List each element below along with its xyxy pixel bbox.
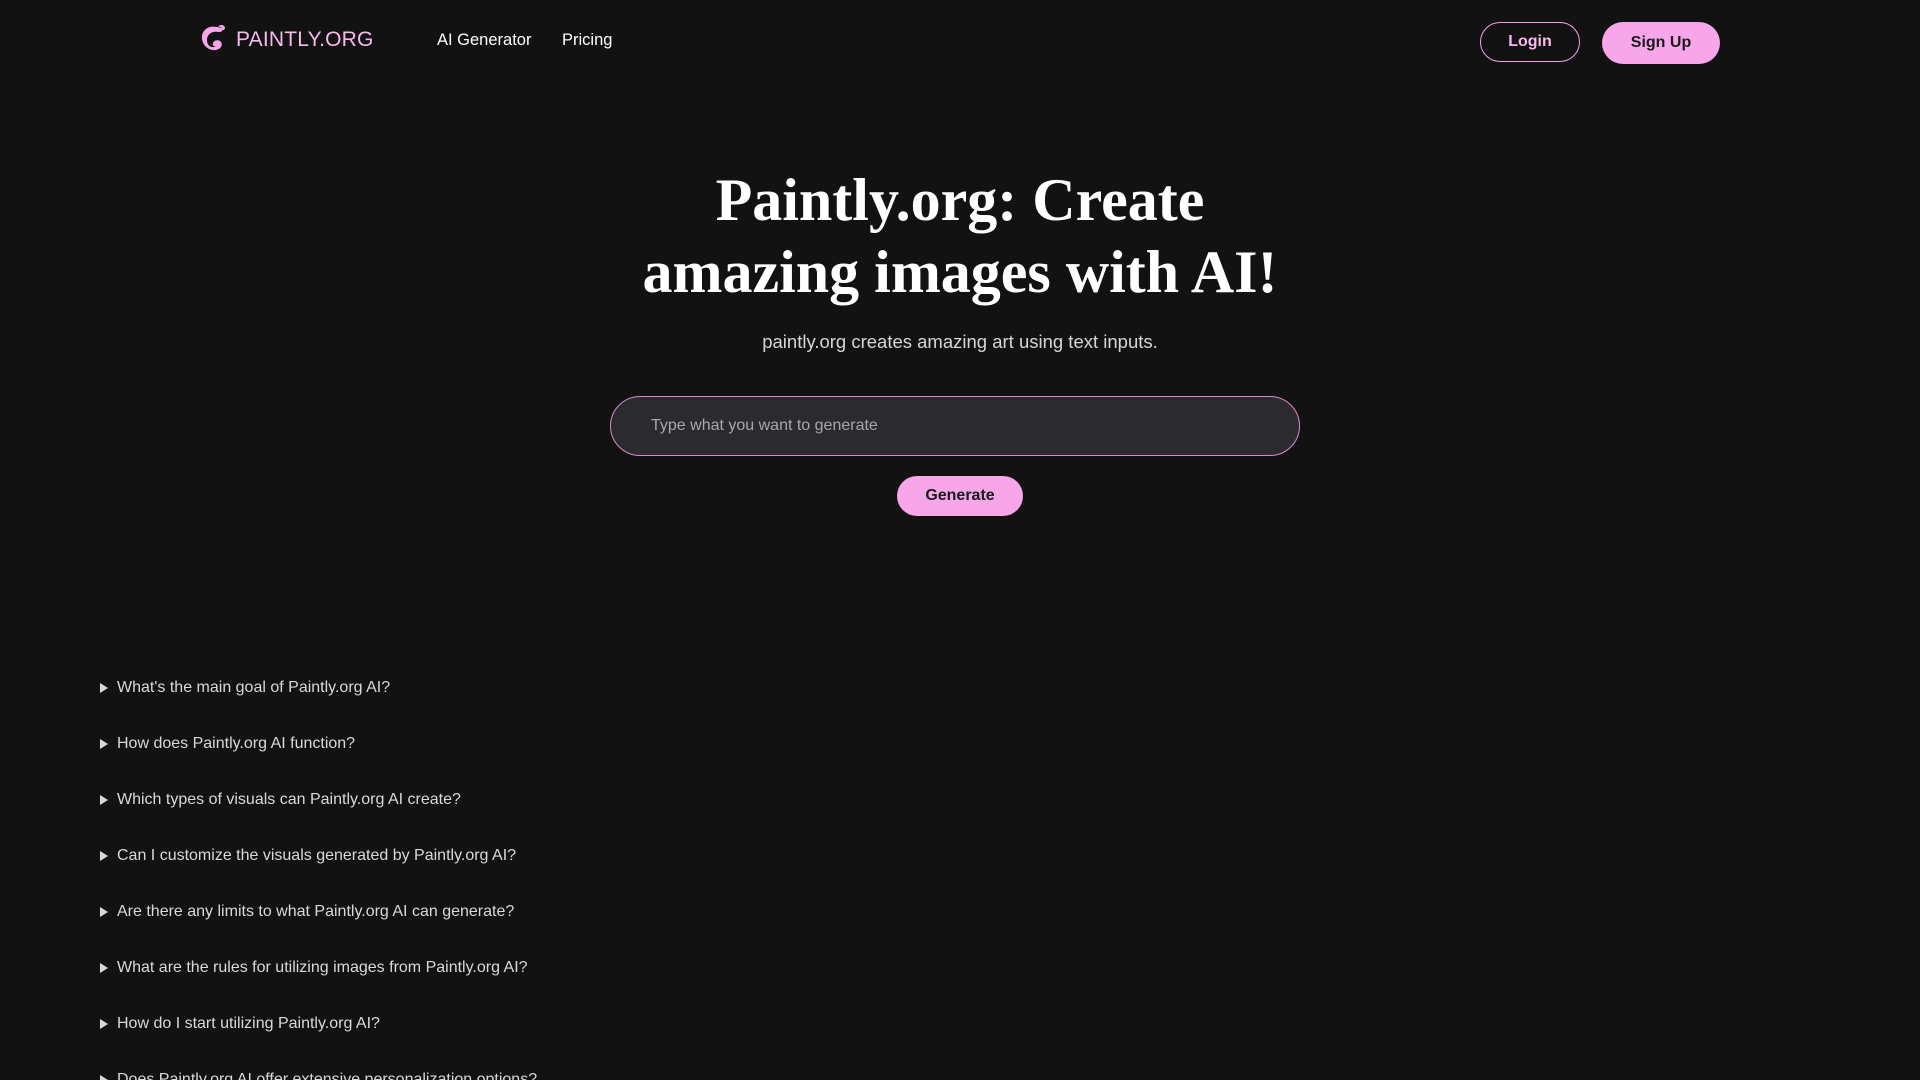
faq-item[interactable]: What are the rules for utilizing images … <box>98 940 537 996</box>
triangle-right-icon <box>100 739 108 749</box>
prompt-input[interactable] <box>610 396 1300 456</box>
logo-link[interactable]: PAINTLY.ORG <box>198 24 374 56</box>
hero-title-line-2: amazing images with AI! <box>642 239 1278 305</box>
faq-item[interactable]: How do I start utilizing Paintly.org AI? <box>98 996 537 1052</box>
faq-question: What's the main goal of Paintly.org AI? <box>117 679 391 696</box>
paintbrush-swirl-icon <box>201 24 225 51</box>
hero-subtitle: paintly.org creates amazing art using te… <box>762 331 1158 352</box>
faq-question: How does Paintly.org AI function? <box>117 735 356 752</box>
faq-item[interactable]: Can I customize the visuals generated by… <box>98 828 537 884</box>
faq-question: How do I start utilizing Paintly.org AI? <box>117 1015 380 1032</box>
faq-question: What are the rules for utilizing images … <box>117 959 528 976</box>
triangle-right-icon <box>100 851 108 861</box>
triangle-right-icon <box>100 683 108 693</box>
site-header: PAINTLY.ORG AI Generator Pricing Login S… <box>0 0 1920 86</box>
faq-item[interactable]: Are there any limits to what Paintly.org… <box>98 884 537 940</box>
nav-ai-generator[interactable]: AI Generator <box>437 31 531 50</box>
triangle-right-icon <box>100 795 108 805</box>
faq-item[interactable]: Does Paintly.org AI offer extensive pers… <box>98 1052 537 1080</box>
logo-text: PAINTLY.ORG <box>236 28 374 51</box>
faq-item[interactable]: What's the main goal of Paintly.org AI? <box>98 660 537 716</box>
faq-list: What's the main goal of Paintly.org AI? … <box>98 674 537 1080</box>
nav-pricing[interactable]: Pricing <box>562 31 612 50</box>
triangle-right-icon <box>100 963 108 973</box>
login-button[interactable]: Login <box>1480 22 1580 62</box>
faq-item[interactable]: How does Paintly.org AI function? <box>98 716 537 772</box>
faq-question: Which types of visuals can Paintly.org A… <box>117 791 461 808</box>
triangle-right-icon <box>100 1019 108 1029</box>
triangle-right-icon <box>100 1075 108 1080</box>
hero-title-line-1: Paintly.org: Create <box>715 167 1205 233</box>
signup-button[interactable]: Sign Up <box>1602 22 1720 64</box>
hero-title: Paintly.org: Create amazing images with … <box>560 164 1360 308</box>
faq-question: Are there any limits to what Paintly.org… <box>117 903 515 920</box>
generate-button[interactable]: Generate <box>897 476 1023 516</box>
triangle-right-icon <box>100 907 108 917</box>
page: PAINTLY.ORG AI Generator Pricing Login S… <box>0 0 1920 1080</box>
faq-question: Can I customize the visuals generated by… <box>117 847 517 864</box>
faq-question: Does Paintly.org AI offer extensive pers… <box>117 1071 538 1080</box>
faq-item[interactable]: Which types of visuals can Paintly.org A… <box>98 772 537 828</box>
